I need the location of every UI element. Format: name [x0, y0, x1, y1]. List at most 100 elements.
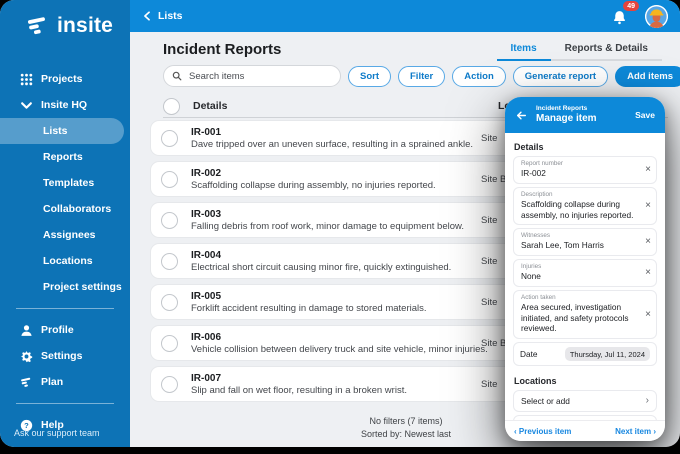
row-select-radio[interactable]: [161, 375, 178, 393]
row-id: IR-002: [191, 167, 222, 179]
sidebar-item-label: Settings: [41, 350, 83, 362]
clear-field-icon[interactable]: ×: [645, 309, 651, 320]
sidebar-item[interactable]: Plan: [0, 369, 130, 395]
row-location: Site: [481, 132, 498, 144]
toolbar-button[interactable]: Filter: [398, 65, 446, 87]
sidebar-secondary-nav: Profile Settings Plan: [0, 317, 130, 395]
clear-field-icon[interactable]: ×: [645, 164, 651, 175]
sidebar-item[interactable]: Profile: [0, 317, 130, 343]
sidebar-item[interactable]: Insite HQ: [0, 92, 130, 118]
worker-avatar-icon: [645, 4, 668, 28]
row-id: IR-001: [191, 126, 222, 138]
detail-fields: Report number IR-002 × Description Scaff…: [513, 156, 657, 340]
tabs: Items Reports & Details: [496, 40, 662, 61]
details-section-header: Details: [514, 142, 544, 152]
row-location: Site: [481, 214, 498, 226]
sidebar-item[interactable]: Templates: [0, 170, 130, 196]
sidebar-item-label: Plan: [41, 376, 64, 388]
field-card[interactable]: Injuries None ×: [513, 259, 657, 287]
tab-label: Reports & Details: [564, 43, 648, 54]
user-avatar[interactable]: [645, 4, 668, 28]
panel-body: Details Report number IR-002 × Descripti…: [505, 133, 665, 421]
sidebar-nav: Projects Insite HQ Lists Reports Templat…: [0, 66, 130, 300]
page-title: Incident Reports: [163, 41, 282, 58]
toolbar-button[interactable]: Generate report: [512, 65, 609, 87]
next-item-link[interactable]: Next item ›: [615, 427, 656, 436]
chevron-down-icon: [20, 99, 33, 112]
field-card[interactable]: Description Scaffolding collapse during …: [513, 186, 657, 226]
row-id: IR-007: [191, 372, 222, 384]
row-select-radio[interactable]: [161, 211, 178, 229]
row-select-radio[interactable]: [161, 252, 178, 270]
search-input[interactable]: [187, 69, 332, 83]
app-logo: insite: [0, 0, 130, 38]
tab[interactable]: Items: [496, 40, 551, 61]
notifications-button[interactable]: 49: [611, 1, 639, 26]
sidebar-item-label: Assignees: [43, 229, 96, 241]
sidebar-item[interactable]: Reports: [0, 144, 130, 170]
insite-logo-icon: [26, 14, 50, 38]
location-select-label: Select or add: [521, 396, 570, 407]
row-description: Electrical short circuit causing minor f…: [191, 261, 452, 273]
sidebar-item[interactable]: Settings: [0, 343, 130, 369]
sidebar-item[interactable]: Assignees: [0, 222, 130, 248]
sidebar-item[interactable]: Locations: [0, 248, 130, 274]
tab-label: Items: [510, 43, 537, 54]
field-card[interactable]: Witnesses Sarah Lee, Tom Harris ×: [513, 228, 657, 257]
field-card[interactable]: Report number IR-002 ×: [513, 156, 657, 184]
row-select-radio[interactable]: [161, 334, 178, 352]
back-to-lists[interactable]: Lists: [142, 10, 183, 22]
save-button[interactable]: Save: [635, 110, 655, 120]
clear-field-icon[interactable]: ×: [645, 237, 651, 247]
row-id: IR-003: [191, 208, 222, 220]
row-select-radio[interactable]: [161, 129, 178, 147]
sidebar-item[interactable]: Collaborators: [0, 196, 130, 222]
topbar: Lists 49: [130, 0, 680, 32]
notification-badge: 49: [623, 1, 639, 11]
support-link[interactable]: Ask our support team: [14, 428, 100, 438]
row-description: Scaffolding collapse during assembly, no…: [191, 179, 436, 191]
sidebar: insite Projects Insite HQ Lists Reports: [0, 0, 130, 447]
row-description: Dave tripped over an uneven surface, res…: [191, 138, 474, 150]
toolbar-button[interactable]: Action: [452, 65, 506, 87]
field-value: Sarah Lee, Tom Harris: [521, 240, 604, 251]
row-location: Site: [481, 255, 498, 267]
toolbar-buttons: Sort Filter Action Generate report Add i…: [348, 65, 680, 87]
search-box[interactable]: [163, 65, 341, 87]
row-description: Slip and fall on wet floor, resulting in…: [191, 384, 407, 396]
location-select[interactable]: Select or add ›: [513, 390, 657, 413]
button-label: Action: [464, 70, 494, 82]
field-label: Witnesses: [521, 232, 551, 240]
date-value-chip[interactable]: Thursday, Jul 11, 2024: [564, 347, 650, 362]
row-select-radio[interactable]: [161, 170, 178, 188]
bell-icon: [614, 11, 625, 25]
back-arrow-icon[interactable]: [515, 109, 528, 122]
row-location: Site B: [481, 173, 507, 185]
clear-field-icon[interactable]: ×: [645, 268, 651, 278]
row-id: IR-004: [191, 249, 222, 261]
tab[interactable]: Reports & Details: [551, 40, 662, 61]
field-label: Report number: [521, 160, 563, 167]
field-value: Area secured, investigation initiated, a…: [521, 301, 629, 334]
button-label: Filter: [410, 70, 434, 82]
row-select-radio[interactable]: [161, 293, 178, 311]
field-label: Description: [521, 190, 553, 198]
sidebar-item-label: Project settings: [43, 281, 122, 293]
toolbar-button[interactable]: Sort: [348, 65, 391, 87]
sidebar-item[interactable]: Projects: [0, 66, 130, 92]
select-all-radio[interactable]: [163, 97, 180, 115]
clear-field-icon[interactable]: ×: [645, 201, 651, 211]
row-id: IR-006: [191, 331, 222, 343]
row-description: Forklift accident resulting in damage to…: [191, 302, 427, 314]
sidebar-item[interactable]: Project settings: [0, 274, 130, 300]
sidebar-item-label: Profile: [41, 324, 74, 336]
toolbar-button[interactable]: Add items: [615, 65, 680, 87]
sidebar-item[interactable]: Lists: [0, 118, 124, 144]
sidebar-item-label: Insite HQ: [41, 99, 88, 111]
row-location: Site: [481, 296, 498, 308]
field-label: Injuries: [521, 263, 542, 271]
field-card[interactable]: Action taken Area secured, investigation…: [513, 289, 657, 340]
button-label: Add items: [627, 70, 674, 82]
sidebar-item-label: Reports: [43, 151, 83, 163]
previous-item-link[interactable]: ‹ Previous item: [514, 427, 571, 436]
